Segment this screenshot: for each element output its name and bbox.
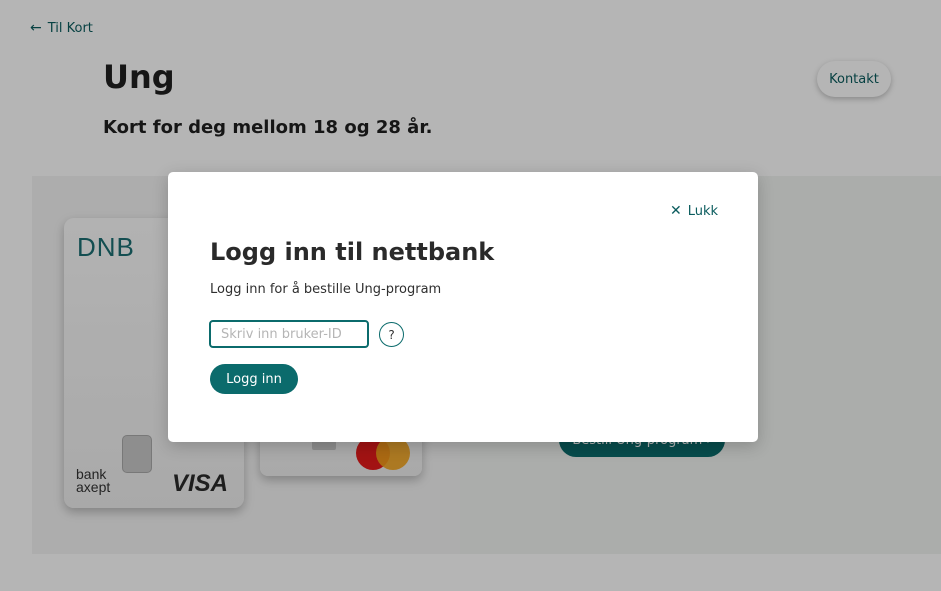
login-modal: ✕ Lukk Logg inn til nettbank Logg inn fo…	[168, 172, 758, 442]
close-icon: ✕	[670, 203, 682, 219]
modal-title: Logg inn til nettbank	[210, 238, 495, 266]
login-button[interactable]: Logg inn	[210, 364, 298, 394]
help-button[interactable]: ?	[379, 322, 404, 347]
close-label: Lukk	[687, 203, 719, 219]
modal-description: Logg inn for å bestille Ung-program	[210, 282, 442, 297]
close-button[interactable]: ✕ Lukk	[670, 203, 718, 219]
user-id-input[interactable]	[209, 320, 369, 348]
